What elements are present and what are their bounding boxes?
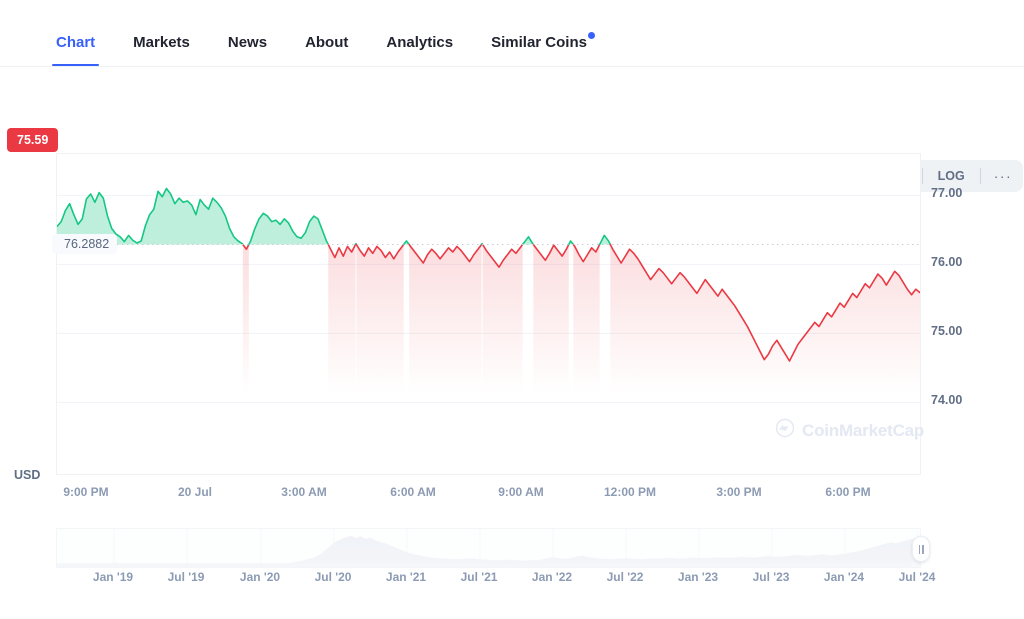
navigator-axis-tick: Jul '23	[752, 570, 790, 584]
current-price-badge: 75.59	[7, 127, 59, 152]
reference-price-value: 76.2882	[64, 236, 110, 251]
tab-bar: Chart Markets News About Analytics Simil…	[0, 0, 1024, 67]
navigator-axis-tick: Jan '24	[823, 570, 865, 584]
navigator-axis: Jan '19 Jul '19 Jan '20 Jul '20 Jan '21 Jul '…	[0, 570, 1024, 590]
tab-news-label: News	[227, 34, 268, 51]
range-navigator[interactable]	[56, 528, 921, 568]
navigator-axis-tick: Jul '22	[606, 570, 644, 584]
navigator-axis-tick: Jul '21	[460, 570, 498, 584]
x-axis-tick: 12:00 PM	[603, 485, 657, 499]
navigator-axis-tick: Jul '20	[314, 570, 352, 584]
tab-analytics[interactable]: Analytics	[386, 34, 453, 66]
drag-handle-icon	[922, 544, 924, 554]
navigator-axis-tick: Jan '21	[385, 570, 427, 584]
x-axis-tick: 6:00 AM	[390, 485, 436, 499]
y-axis-tick: 75.00	[931, 324, 963, 339]
x-axis-tick: 3:00 AM	[281, 485, 327, 499]
y-axis-tick: 76.00	[931, 255, 963, 270]
tab-similar-coins-label: Similar Coins	[491, 34, 587, 51]
new-badge-dot-icon	[587, 32, 595, 39]
price-chart[interactable]	[56, 153, 921, 475]
tab-markets[interactable]: Markets	[133, 34, 190, 66]
x-axis-tick: 9:00 PM	[63, 485, 109, 499]
currency-label: USD	[14, 468, 40, 482]
drag-handle-icon	[918, 544, 920, 554]
navigator-axis-tick: Jul '19	[167, 570, 205, 584]
y-axis-tick: 77.00	[931, 186, 963, 201]
price-chart-canvas	[57, 187, 920, 403]
y-axis-tick: 74.00	[931, 393, 963, 408]
y-axis: 77.00 76.00 75.00 74.00	[921, 153, 1024, 483]
x-axis: 9:00 PM 20 Jul 3:00 AM 6:00 AM 9:00 AM 12:00 …	[0, 485, 1024, 505]
navigator-right-handle[interactable]	[912, 536, 930, 562]
tab-chart-label: Chart	[56, 34, 96, 51]
x-axis-tick: 9:00 AM	[498, 485, 544, 499]
coin-chart-page: Chart Markets News About Analytics Simil…	[0, 0, 1024, 619]
chart-toolbar: Price Market cap	[0, 67, 1024, 192]
tab-about-label: About	[305, 34, 349, 51]
currency-value: USD	[14, 468, 41, 482]
tab-similar-coins[interactable]: Similar Coins	[491, 32, 595, 66]
tab-analytics-label: Analytics	[386, 34, 454, 51]
navigator-axis-tick: Jan '19	[92, 570, 134, 584]
navigator-axis-tick: Jan '20	[239, 570, 281, 584]
navigator-axis-tick: Jan '23	[677, 570, 719, 584]
x-axis-tick: 3:00 PM	[716, 485, 762, 499]
tab-news[interactable]: News	[228, 34, 267, 66]
x-axis-tick: 6:00 PM	[825, 485, 871, 499]
x-axis-tick: 20 Jul	[177, 485, 213, 499]
navigator-canvas	[57, 529, 920, 567]
current-price-value: 75.59	[17, 132, 49, 147]
navigator-axis-tick: Jan '22	[531, 570, 573, 584]
tab-markets-label: Markets	[133, 34, 190, 51]
reference-price-tag: 76.2882	[52, 233, 118, 254]
tab-chart[interactable]: Chart	[51, 34, 100, 66]
navigator-axis-tick: Jul '24	[898, 570, 936, 584]
tab-about[interactable]: About	[305, 34, 348, 66]
